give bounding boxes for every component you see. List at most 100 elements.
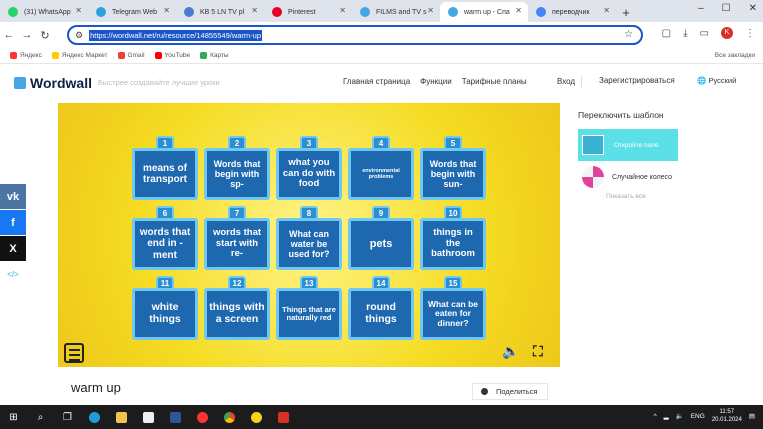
share-vk-icon[interactable]: vk [0, 184, 26, 209]
question-card[interactable]: 9 pets [348, 206, 414, 270]
url-text[interactable]: https://wordwall.net/ru/resource/1485554… [89, 29, 262, 41]
question-card[interactable]: 7 words that start with re- [204, 206, 270, 270]
tab-close-icon[interactable]: ✕ [339, 6, 346, 15]
app-icon[interactable] [243, 405, 270, 429]
nav-pricing[interactable]: Тарифные планы [462, 77, 527, 86]
menu-icon[interactable]: ⋮ [745, 28, 755, 39]
nav-home[interactable]: Главная страница [343, 77, 410, 86]
card-text[interactable]: Things that are naturally red [276, 288, 342, 340]
fullscreen-icon[interactable]: ⛶ [533, 343, 543, 360]
maximize-icon[interactable]: ☐ [722, 3, 731, 14]
template-open-box[interactable]: Откройте поле [578, 129, 678, 161]
share-x-icon[interactable]: X [0, 236, 26, 261]
card-text[interactable]: words that end in -ment [132, 218, 198, 270]
new-tab-button[interactable]: + [616, 2, 636, 22]
sidepanel-icon[interactable]: ▭ [700, 28, 709, 39]
bookmark-item[interactable]: Карты [200, 52, 229, 59]
browser-tab[interactable]: Telegram Web ✕ [88, 2, 176, 22]
sound-icon[interactable]: 🔈 [502, 343, 519, 360]
network-icon[interactable]: ▂ [664, 412, 669, 420]
card-text[interactable]: What can water be used for? [276, 218, 342, 270]
card-text[interactable]: What can be eaten for dinner? [420, 288, 486, 340]
word-icon[interactable] [162, 405, 189, 429]
tab-close-icon[interactable]: ✕ [603, 6, 610, 15]
site-settings-icon[interactable]: ⚙ [75, 30, 83, 41]
tab-close-icon[interactable]: ✕ [427, 6, 434, 15]
close-window-icon[interactable]: ✕ [749, 3, 757, 14]
browser-tab[interactable]: (31) WhatsApp ✕ [0, 2, 88, 22]
extensions-icon[interactable]: ▢ [662, 28, 671, 39]
question-card[interactable]: 1 means of transport [132, 136, 198, 200]
pdf-icon[interactable] [270, 405, 297, 429]
wordwall-logo[interactable]: Wordwall [14, 75, 92, 91]
login-link[interactable]: Вход [551, 76, 583, 87]
question-card[interactable]: 5 Words that begin with sun- [420, 136, 486, 200]
browser-tab[interactable]: KB 5 LN TV pl ✕ [176, 2, 264, 22]
card-text[interactable]: environmental problems [348, 148, 414, 200]
back-icon[interactable]: ← [0, 29, 18, 41]
card-text[interactable]: what you can do with food [276, 148, 342, 200]
question-card[interactable]: 10 things in the bathroom [420, 206, 486, 270]
task-view-icon[interactable]: ❐ [54, 405, 81, 429]
address-bar[interactable]: ⚙ https://wordwall.net/ru/resource/14855… [67, 25, 643, 45]
notifications-icon[interactable]: ▤ [749, 412, 755, 420]
question-card[interactable]: 6 words that end in -ment [132, 206, 198, 270]
question-card[interactable]: 4 environmental problems [348, 136, 414, 200]
card-text[interactable]: round things [348, 288, 414, 340]
file-explorer-icon[interactable] [108, 405, 135, 429]
tab-close-icon[interactable]: ✕ [251, 6, 258, 15]
minimize-icon[interactable]: – [698, 3, 704, 14]
card-text[interactable]: Words that begin with sp- [204, 148, 270, 200]
question-card[interactable]: 12 things with a screen [204, 276, 270, 340]
question-card[interactable]: 2 Words that begin with sp- [204, 136, 270, 200]
card-text[interactable]: means of transport [132, 148, 198, 200]
all-bookmarks-link[interactable]: Все закладки [715, 52, 755, 59]
bookmark-item[interactable]: Яндекс [10, 52, 42, 59]
template-random-wheel[interactable]: Случайное колесо [578, 161, 698, 193]
bookmark-star-icon[interactable]: ☆ [624, 29, 633, 40]
question-card[interactable]: 3 what you can do with food [276, 136, 342, 200]
bookmark-item[interactable]: YouTube [154, 52, 190, 59]
card-text[interactable]: Words that begin with sun- [420, 148, 486, 200]
bookmark-item[interactable]: Яндекс Маркет [51, 52, 108, 59]
tray-chevron-icon[interactable]: ^ [654, 413, 657, 420]
question-card[interactable]: 13 Things that are naturally red [276, 276, 342, 340]
card-text[interactable]: words that start with re- [204, 218, 270, 270]
card-text[interactable]: pets [348, 218, 414, 270]
card-text[interactable]: things with a screen [204, 288, 270, 340]
show-all-link[interactable]: Показать все [606, 193, 698, 200]
tab-close-icon[interactable]: ✕ [75, 6, 82, 15]
browser-tab[interactable]: Pinterest ✕ [264, 2, 352, 22]
card-text[interactable]: white things [132, 288, 198, 340]
search-icon[interactable]: ⌕ [27, 405, 54, 429]
browser-tab[interactable]: warm up - Спа ✕ [440, 2, 528, 22]
tab-close-icon[interactable]: ✕ [163, 6, 170, 15]
clock[interactable]: 11:57 20.01.2024 [712, 408, 742, 424]
card-text[interactable]: things in the bathroom [420, 218, 486, 270]
share-button[interactable]: Поделиться [472, 383, 548, 400]
yandex-icon[interactable] [189, 405, 216, 429]
bookmark-item[interactable]: Gmail [117, 52, 145, 59]
start-icon[interactable]: ⊞ [0, 405, 27, 429]
download-icon[interactable]: ⤓ [683, 28, 687, 39]
register-link[interactable]: Зарегистрироваться [599, 76, 675, 85]
question-card[interactable]: 8 What can water be used for? [276, 206, 342, 270]
question-card[interactable]: 14 round things [348, 276, 414, 340]
volume-icon[interactable]: 🔈 [676, 412, 684, 420]
language-indicator[interactable]: ENG [691, 413, 705, 420]
share-facebook-icon[interactable]: f [0, 210, 26, 235]
nav-features[interactable]: Функции [420, 77, 452, 86]
question-card[interactable]: 11 white things [132, 276, 198, 340]
share-embed-icon[interactable]: </> [0, 262, 26, 287]
browser-tab[interactable]: FILMS and TV s ✕ [352, 2, 440, 22]
forward-icon[interactable]: → [18, 29, 36, 41]
browser-tab[interactable]: переводчик ✕ [528, 2, 616, 22]
store-icon[interactable] [135, 405, 162, 429]
question-card[interactable]: 15 What can be eaten for dinner? [420, 276, 486, 340]
profile-avatar[interactable]: K [721, 27, 733, 39]
chrome-icon[interactable] [216, 405, 243, 429]
activity-menu-button[interactable] [64, 343, 84, 363]
language-selector[interactable]: 🌐 Русский [697, 76, 736, 85]
tab-close-icon[interactable]: ✕ [515, 6, 522, 15]
reload-icon[interactable]: ↻ [36, 29, 54, 42]
